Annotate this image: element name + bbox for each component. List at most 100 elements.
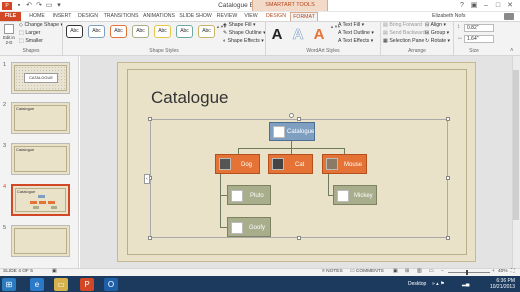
network-icon[interactable]: ▂▄ — [462, 281, 469, 287]
slide-thumbnail-1[interactable]: CATALOGUE — [11, 62, 70, 94]
tray-arrows-icon[interactable]: » ▴ ⚑ — [432, 281, 445, 287]
slide-title[interactable]: Catalogue — [151, 88, 229, 108]
send-backward-button[interactable]: ▤ Send Backward — [383, 30, 426, 37]
smartart-node-mouse[interactable]: Mouse — [322, 154, 367, 174]
slideshow-view-icon[interactable]: ▭ — [429, 268, 434, 276]
zoom-slider-thumb[interactable] — [466, 270, 468, 275]
align-button[interactable]: ⊟ Align ▾ — [425, 22, 446, 29]
tab-insert[interactable]: INSERT — [50, 12, 74, 21]
larger-button[interactable]: ⬚ Larger — [19, 30, 40, 37]
text-outline-button[interactable]: A Text Outline ▾ — [338, 30, 374, 37]
smaller-button[interactable]: ⬚ Smaller — [19, 38, 43, 45]
tab-smartart-design[interactable]: DESIGN — [263, 12, 289, 21]
slide-thumbnail-2[interactable]: Catalogue — [11, 102, 70, 134]
powerpoint-taskbar-icon[interactable]: P — [80, 278, 94, 291]
height-field[interactable]: 0.82" — [464, 24, 494, 32]
rotate-button[interactable]: ↻ Rotate ▾ — [425, 38, 450, 45]
minimize-icon[interactable]: – — [480, 1, 492, 10]
desktop-label[interactable]: Desktop — [408, 281, 426, 287]
start-icon[interactable]: ⊞ — [2, 278, 16, 291]
smartart-node-dog[interactable]: Dog — [215, 154, 260, 174]
file-explorer-icon[interactable]: ▭ — [54, 278, 68, 291]
shape-style-swatch-7[interactable]: Abc — [198, 25, 215, 38]
tab-transitions[interactable]: TRANSITIONS — [103, 12, 139, 21]
zoom-slider[interactable] — [448, 272, 490, 273]
gallery-scroll-icon[interactable]: ▲▼▾ — [216, 24, 226, 39]
smartart-node-goofy[interactable]: Goofy — [227, 217, 271, 237]
start-slideshow-icon[interactable]: ▭ — [45, 2, 53, 10]
customize-qat-icon[interactable]: ▾ — [55, 2, 63, 10]
smartart-node-cat[interactable]: Cat — [268, 154, 313, 174]
help-icon[interactable]: ? — [456, 1, 468, 10]
shape-style-swatch-4[interactable]: Abc — [132, 25, 149, 38]
shape-style-swatch-6[interactable]: Abc — [176, 25, 193, 38]
scrollbar-thumb[interactable] — [513, 70, 519, 220]
edit-2d-icon[interactable] — [4, 24, 14, 34]
ribbon-display-icon[interactable]: ▣ — [468, 1, 480, 10]
tab-format[interactable]: FORMAT — [290, 12, 318, 21]
zoom-in-icon[interactable]: + — [492, 268, 495, 276]
slide-sorter-icon[interactable]: ⊞ — [405, 268, 409, 276]
tab-view[interactable]: VIEW — [241, 12, 261, 21]
wordart-style-orange[interactable]: A — [312, 26, 326, 44]
clock[interactable]: 6:36 PM 10/21/2013 — [487, 278, 515, 290]
notes-button[interactable]: ≡ NOTES — [322, 268, 343, 276]
tab-design[interactable]: DESIGN — [76, 12, 100, 21]
tab-home[interactable]: HOME — [26, 12, 48, 21]
resize-handle[interactable] — [446, 176, 450, 180]
tab-file[interactable]: FILE — [0, 12, 21, 21]
shape-style-swatch-2[interactable]: Abc — [88, 25, 105, 38]
undo-icon[interactable]: ↶ — [25, 2, 33, 10]
width-field[interactable]: 1.64" — [464, 35, 494, 43]
outlook-icon[interactable]: O — [104, 278, 118, 291]
comments-button[interactable]: ▭ COMMENTS — [350, 268, 384, 276]
zoom-level[interactable]: 40% — [498, 268, 508, 276]
save-icon[interactable]: ▪ — [15, 2, 23, 10]
shape-style-swatch-1[interactable]: Abc — [66, 25, 83, 38]
bring-forward-button[interactable]: ▤ Bring Forward — [383, 22, 422, 29]
tab-review[interactable]: REVIEW — [215, 12, 239, 21]
shape-style-swatch-3[interactable]: Abc — [110, 25, 127, 38]
selection-pane-button[interactable]: ▦ Selection Pane — [383, 38, 424, 45]
text-effects-button[interactable]: A Text Effects ▾ — [338, 38, 373, 45]
resize-handle[interactable] — [446, 236, 450, 240]
slide-thumbnail-5[interactable] — [11, 225, 70, 257]
resize-handle[interactable] — [148, 117, 152, 121]
resize-handle[interactable] — [446, 117, 450, 121]
maximize-icon[interactable]: □ — [492, 1, 504, 10]
slide-thumbnail-4[interactable]: Catalogue — [11, 184, 70, 216]
smartart-node-mickey[interactable]: Mickey — [333, 185, 377, 205]
collapse-ribbon-icon[interactable]: ˄ — [510, 48, 514, 54]
ie-icon[interactable]: e — [30, 278, 44, 291]
resize-handle[interactable] — [297, 117, 301, 121]
shape-outline-button[interactable]: ✎ Shape Outline ▾ — [223, 30, 266, 37]
close-icon[interactable]: ✕ — [504, 1, 516, 10]
slide-thumbnail-3[interactable]: Catalogue — [11, 143, 70, 175]
fit-to-window-icon[interactable]: ⛶ — [511, 268, 514, 276]
user-name[interactable]: Elizabeth Nofs — [432, 12, 465, 21]
resize-handle[interactable] — [148, 236, 152, 240]
redo-icon[interactable]: ↷ — [35, 2, 43, 10]
shape-effects-button[interactable]: ◐ Shape Effects ▾ — [223, 38, 264, 45]
zoom-out-icon[interactable]: − — [441, 268, 444, 276]
shape-style-swatch-5[interactable]: Abc — [154, 25, 171, 38]
reading-view-icon[interactable]: ▥ — [417, 268, 422, 276]
wordart-style-outline[interactable]: A — [291, 26, 305, 44]
wordart-style-black[interactable]: A — [270, 26, 284, 44]
group-button[interactable]: ⊞ Group ▾ — [425, 30, 449, 37]
rotate-handle-icon[interactable] — [289, 113, 294, 118]
spellcheck-icon[interactable]: ▣ — [52, 268, 57, 276]
tab-animations[interactable]: ANIMATIONS — [142, 12, 176, 21]
avatar[interactable] — [504, 13, 514, 20]
edit-in-2d-button[interactable]: Edit in 2-D — [2, 35, 16, 45]
text-fill-button[interactable]: A Text Fill ▾ — [338, 22, 364, 29]
smartart-node-pluto[interactable]: Pluto — [227, 185, 271, 205]
normal-view-icon[interactable]: ▣ — [393, 268, 398, 276]
wordart-scroll-icon[interactable]: ▲▼▾ — [330, 24, 340, 39]
change-shape-button[interactable]: ◇ Change Shape ▾ — [19, 22, 63, 29]
resize-handle[interactable] — [297, 236, 301, 240]
smartart-node-catalogue[interactable]: Catalogue — [269, 122, 315, 141]
text-pane-toggle-icon[interactable]: ‹ — [144, 174, 150, 184]
tab-slide-show[interactable]: SLIDE SHOW — [179, 12, 212, 21]
shape-fill-button[interactable]: ◈ Shape Fill ▾ — [223, 22, 256, 29]
